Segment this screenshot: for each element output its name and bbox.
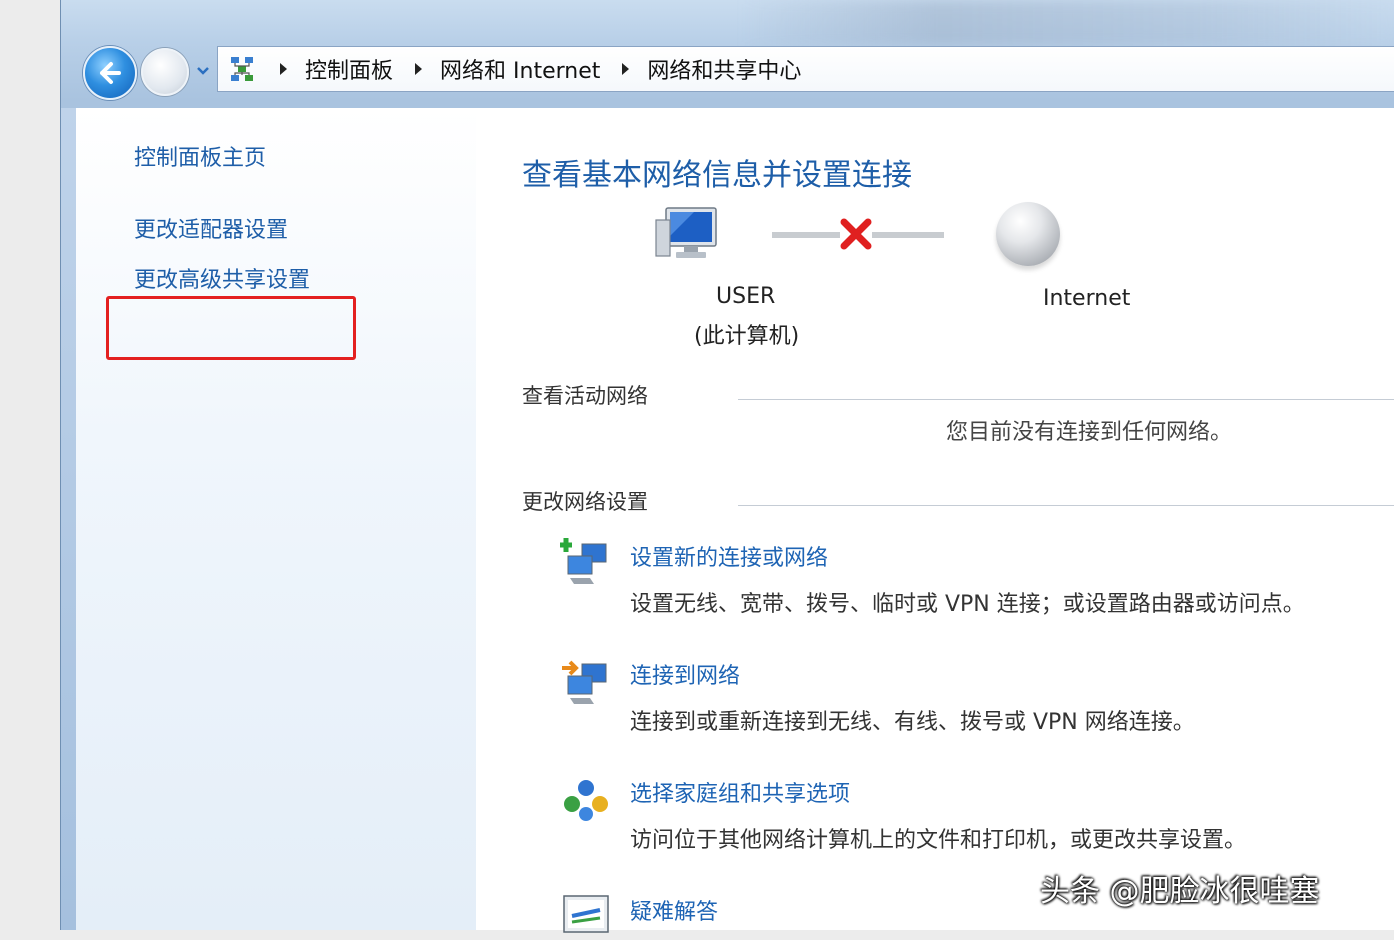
breadcrumb-control-panel[interactable]: 控制面板: [305, 53, 393, 85]
explorer-window: 控制面板 网络和 Internet 网络和共享中心 控制面板主页 更改适配器设置…: [60, 0, 1394, 933]
breadcrumb-separator-icon[interactable]: [280, 63, 287, 75]
section-divider: [738, 399, 1394, 400]
highlight-annotation-box: [106, 296, 356, 360]
address-bar[interactable]: 控制面板 网络和 Internet 网络和共享中心: [217, 46, 1394, 92]
setup-new-connection-link[interactable]: 设置新的连接或网络: [630, 540, 828, 572]
troubleshoot-link[interactable]: 疑难解答: [630, 894, 718, 926]
internet-globe-icon[interactable]: [996, 202, 1060, 266]
connection-line: [872, 232, 944, 238]
active-networks-heading: 查看活动网络: [522, 384, 648, 408]
breadcrumb-network-sharing-center[interactable]: 网络和共享中心: [647, 53, 801, 85]
breadcrumb-network-internet[interactable]: 网络和 Internet: [440, 53, 600, 85]
forward-button[interactable]: [141, 48, 189, 96]
section-divider: [738, 505, 1394, 506]
change-settings-heading: 更改网络设置: [522, 490, 648, 514]
connection-line: [772, 232, 840, 238]
computer-name: USER: [716, 284, 776, 309]
sidebar-item-change-advanced-sharing[interactable]: 更改高级共享设置: [134, 262, 310, 294]
recent-pages-dropdown[interactable]: [195, 64, 211, 78]
computer-icon[interactable]: [654, 206, 720, 262]
main-content: 查看基本网络信息并设置连接 USER (此计算机) Internet 查看活动网…: [476, 108, 1394, 933]
sidebar-item-control-panel-home[interactable]: 控制面板主页: [134, 140, 266, 172]
sidebar: 控制面板主页 更改适配器设置 更改高级共享设置: [76, 108, 476, 930]
breadcrumb-separator-icon[interactable]: [622, 63, 630, 75]
breadcrumb-separator-icon[interactable]: [415, 63, 423, 75]
chevron-down-icon: [197, 67, 209, 75]
window-left-border: [61, 108, 76, 930]
back-button[interactable]: [83, 46, 137, 100]
sidebar-item-change-adapter-settings[interactable]: 更改适配器设置: [134, 212, 288, 244]
watermark: 头条 @肥脸冰很哇塞: [1040, 874, 1320, 909]
computer-subtitle: (此计算机): [694, 324, 800, 349]
task-description: 设置无线、宽带、拨号、临时或 VPN 连接；或设置路由器或访问点。: [630, 592, 1305, 617]
connect-network-icon: [562, 660, 607, 704]
control-panel-icon: [231, 57, 253, 81]
page-title: 查看基本网络信息并设置连接: [522, 158, 912, 193]
homegroup-icon: [564, 780, 608, 821]
troubleshoot-icon: [563, 895, 609, 933]
connect-to-network-link[interactable]: 连接到网络: [630, 658, 740, 690]
red-x-icon[interactable]: [838, 216, 874, 252]
title-bar-blurred: [741, 0, 1394, 46]
no-network-message: 您目前没有连接到任何网络。: [946, 420, 1233, 445]
internet-label: Internet: [1043, 286, 1131, 311]
homegroup-sharing-link[interactable]: 选择家庭组和共享选项: [630, 776, 850, 808]
task-description: 连接到或重新连接到无线、有线、拨号或 VPN 网络连接。: [630, 710, 1195, 735]
task-description: 访问位于其他网络计算机上的文件和打印机，或更改共享设置。: [630, 828, 1247, 853]
new-connection-icon: [560, 538, 607, 584]
back-arrow-icon: [100, 62, 121, 84]
